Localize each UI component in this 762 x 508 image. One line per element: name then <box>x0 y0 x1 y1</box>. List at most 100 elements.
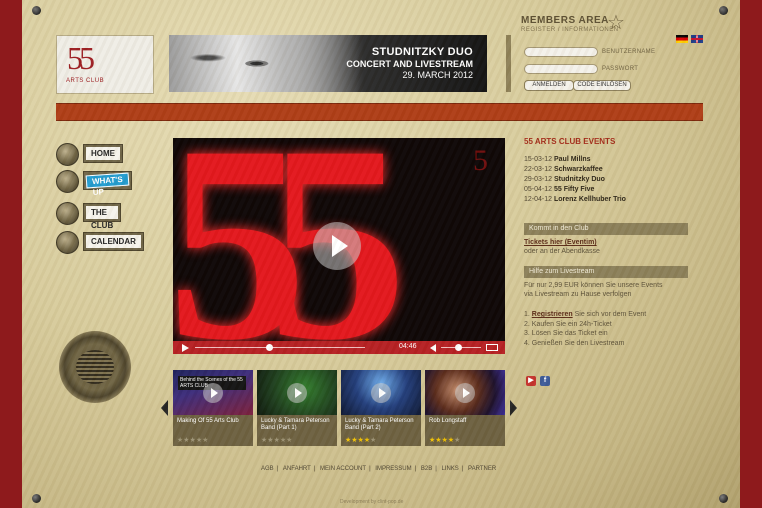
banner-photo <box>169 35 364 92</box>
event-name: Studnitzky Duo <box>553 176 605 183</box>
nav-plate: THE CLUB <box>83 203 122 230</box>
rating-stars: ★★★★★ <box>177 437 209 444</box>
nav-label: CALENDAR <box>86 235 141 248</box>
step-text: Kaufen Sie ein 24h-Ticket <box>531 321 612 328</box>
redeem-code-button[interactable]: CODE EINLÖSEN <box>573 80 631 91</box>
password-field[interactable] <box>524 64 598 74</box>
event-item[interactable]: 05-04-12 55 Fifty Five <box>524 186 594 193</box>
video-thumbnail[interactable]: Lucky & Tamara Peterson Band (Part 2) ★★… <box>341 370 421 446</box>
rating-stars: ★★★★★ <box>345 437 377 444</box>
play-icon[interactable] <box>313 222 361 270</box>
progress-handle[interactable] <box>266 344 273 351</box>
play-icon[interactable] <box>371 383 391 403</box>
screw-icon <box>32 6 41 15</box>
club-logo[interactable]: 55 ARTS CLUB <box>56 35 154 94</box>
event-banner[interactable]: STUDNITZKY DUO CONCERT AND LIVESTREAM 29… <box>169 35 487 92</box>
livestream-step: 4. Genießen Sie den Livestream <box>524 339 624 348</box>
event-date: 05-04-12 <box>524 186 553 193</box>
german-flag-icon[interactable] <box>676 35 688 43</box>
footer-link[interactable]: B2B <box>421 466 432 472</box>
nav-label: HOME <box>86 147 120 160</box>
event-item[interactable]: 15-03-12 Paul Millns <box>524 156 591 163</box>
accent-bar <box>56 103 703 121</box>
speaker-decoration <box>59 331 131 403</box>
livestream-step: 3. Lösen Sie das Ticket ein <box>524 329 608 338</box>
events-title: 55 ARTS CLUB EVENTS <box>524 137 616 146</box>
login-button[interactable]: ANMELDEN <box>524 80 574 91</box>
developer-credit[interactable]: Development by clint-pop.de <box>340 499 403 505</box>
banner-subtitle: CONCERT AND LIVESTREAM <box>346 59 473 69</box>
thumbnail-caption: Making Of 55 Arts Club <box>177 418 239 424</box>
video-player[interactable]: 55 5 <box>173 138 505 341</box>
event-item[interactable]: 29-03-12 Studnitzky Duo <box>524 176 605 183</box>
step-number: 4. <box>524 340 530 347</box>
livestream-help-bar: Hilfe zum Livestream <box>524 266 688 278</box>
members-area-title: MEMBERS AREA <box>521 15 609 26</box>
members-area-subtitle[interactable]: REGISTER / INFORMATIONEN <box>521 27 619 33</box>
register-link[interactable]: Registrieren <box>532 311 573 318</box>
nav-label: THE CLUB <box>86 206 119 230</box>
thumbnail-image: Behind the Scenes of the 55 ARTS CLUB <box>173 370 253 415</box>
video-thumbnail[interactable]: Lucky & Tamara Peterson Band (Part 1) ★★… <box>257 370 337 446</box>
progress-track[interactable] <box>195 347 365 348</box>
nav-knob-icon <box>56 170 79 193</box>
club-info-text: oder an der Abendkasse <box>524 248 600 255</box>
nav-knob-icon <box>56 231 79 254</box>
footer-link[interactable]: ANFAHRT <box>283 466 311 472</box>
video-thumbnail[interactable]: Behind the Scenes of the 55 ARTS CLUB Ma… <box>173 370 253 446</box>
event-name: 55 Fifty Five <box>553 186 595 193</box>
play-button-icon[interactable] <box>182 344 189 352</box>
uk-flag-icon[interactable] <box>691 35 703 43</box>
speaker-grill <box>76 350 114 384</box>
tickets-link[interactable]: Tickets hier (Eventim) <box>524 239 597 246</box>
nav-knob-icon <box>56 143 79 166</box>
video-thumbnail[interactable]: Rob Longstaff ★★★★★ <box>425 370 505 446</box>
footer-links: AGB | ANFAHRT | MEIN ACCOUNT | IMPRESSUM | B… <box>261 466 497 472</box>
footer-link[interactable]: IMPRESSUM <box>375 466 411 472</box>
star-icon[interactable]: ☆ <box>607 13 625 33</box>
nav-plate: HOME <box>83 144 123 163</box>
thumbnail-caption: Lucky & Tamara Peterson Band (Part 1) <box>261 418 330 431</box>
step-text: Genießen Sie den Livestream <box>531 340 625 347</box>
video-time: 04:46 <box>399 343 417 350</box>
language-switcher <box>676 35 703 43</box>
livestream-text: Für nur 2,99 EUR können Sie unsere Event… <box>524 282 663 289</box>
youtube-icon[interactable]: ▶ <box>526 376 536 386</box>
play-icon[interactable] <box>455 383 475 403</box>
nav-knob-icon <box>56 202 79 225</box>
step-text: Sie sich vor dem Event <box>574 311 647 318</box>
event-item[interactable]: 22-03-12 Schwarzkaffee <box>524 166 603 173</box>
carousel-prev-icon[interactable] <box>161 400 168 416</box>
play-icon[interactable] <box>287 383 307 403</box>
screw-icon <box>719 494 728 503</box>
footer-link[interactable]: MEIN ACCOUNT <box>320 466 366 472</box>
banner-title: STUDNITZKY DUO <box>371 46 473 58</box>
screw-icon <box>32 494 41 503</box>
volume-handle[interactable] <box>455 344 462 351</box>
password-label: PASSWORT <box>602 66 639 72</box>
divider <box>506 35 511 92</box>
event-item[interactable]: 12-04-12 Lorenz Kellhuber Trio <box>524 196 626 203</box>
rating-stars: ★★★★★ <box>261 437 293 444</box>
username-label: BENUTZERNAME <box>602 49 656 55</box>
facebook-icon[interactable]: f <box>540 376 550 386</box>
thumbnail-image <box>425 370 505 415</box>
footer-link[interactable]: PARTNER <box>468 466 496 472</box>
tickets-link-line: Tickets hier (Eventim) <box>524 238 597 247</box>
footer-link[interactable]: AGB <box>261 466 274 472</box>
page-frame: 55 ARTS CLUB STUDNITZKY DUO CONCERT AND … <box>22 0 740 508</box>
nav-label: WHAT'S UP <box>85 172 130 197</box>
thumbnail-image <box>257 370 337 415</box>
volume-icon[interactable] <box>430 344 436 352</box>
footer-link[interactable]: LINKS <box>441 466 458 472</box>
logo-subtitle: ARTS CLUB <box>66 78 105 84</box>
username-field[interactable] <box>524 47 598 57</box>
event-name: Schwarzkaffee <box>553 166 603 173</box>
livestream-text: via Livestream zu Hause verfolgen <box>524 291 632 298</box>
play-icon[interactable] <box>203 383 223 403</box>
carousel-next-icon[interactable] <box>510 400 517 416</box>
livestream-step: 1. Registrieren Sie sich vor dem Event <box>524 310 646 319</box>
fullscreen-icon[interactable] <box>486 344 498 351</box>
nav-plate: CALENDAR <box>83 232 144 251</box>
event-date: 12-04-12 <box>524 196 553 203</box>
